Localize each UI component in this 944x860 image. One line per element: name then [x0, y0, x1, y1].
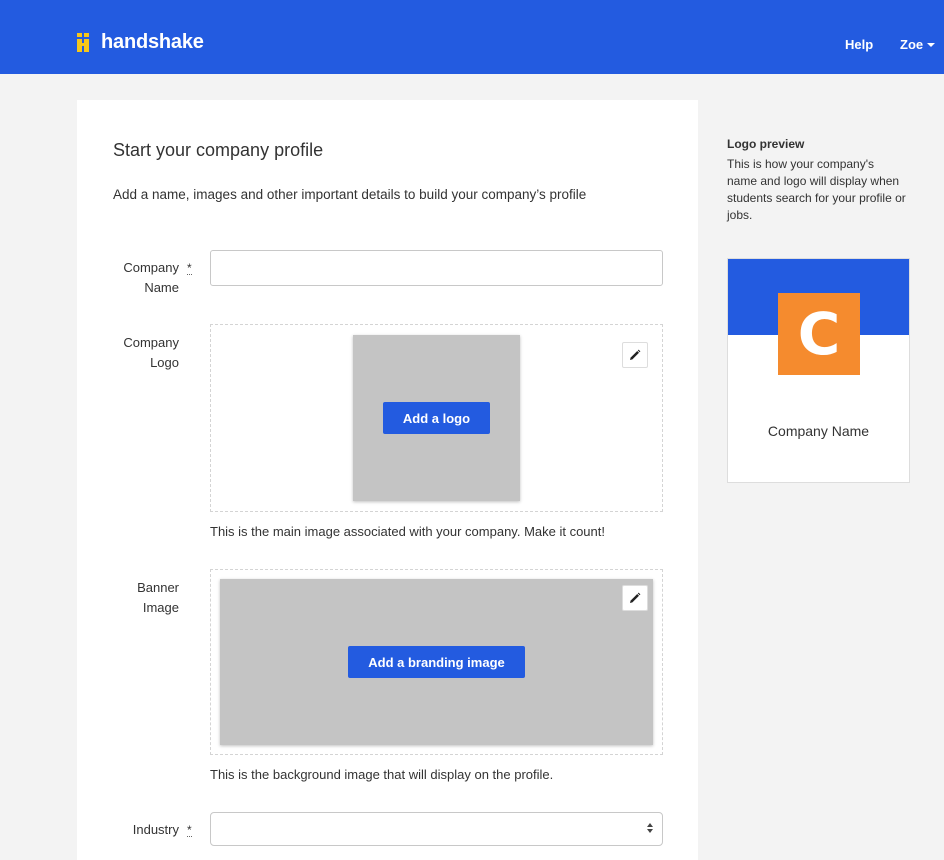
help-link[interactable]: Help — [845, 37, 873, 52]
logo-preview-card: C Company Name — [727, 258, 910, 483]
preview-company-logo: C — [778, 293, 860, 375]
company-logo-label-line2: Logo — [150, 355, 179, 370]
industry-label: Industry — [132, 822, 179, 837]
logo-preview-description: This is how your company's name and logo… — [727, 157, 906, 222]
user-menu[interactable]: Zoe — [900, 37, 936, 52]
banner-helper-text: This is the background image that will d… — [210, 767, 554, 782]
pencil-icon — [630, 592, 641, 603]
required-marker: * — [187, 261, 192, 275]
banner-image-label-line2: Image — [142, 600, 179, 615]
required-marker: * — [187, 823, 192, 837]
logo-helper-text: This is the main image associated with y… — [210, 524, 605, 539]
industry-select[interactable] — [210, 812, 663, 846]
pencil-icon — [630, 349, 641, 360]
logo-preview-title: Logo preview — [727, 137, 805, 151]
select-arrows-icon — [647, 823, 653, 833]
add-branding-image-button[interactable]: Add a branding image — [348, 646, 525, 678]
company-name-label-line2: Name — [144, 280, 179, 295]
edit-banner-button[interactable] — [622, 585, 648, 611]
handshake-mark-icon — [77, 32, 89, 52]
edit-logo-button[interactable] — [622, 342, 648, 368]
company-logo-label: Company Logo — [113, 333, 179, 373]
top-navigation-bar: handshake Help Zoe — [0, 0, 944, 74]
brand-name: handshake — [101, 31, 204, 53]
banner-placeholder[interactable]: Add a branding image — [220, 579, 653, 745]
logo-placeholder[interactable]: Add a logo — [353, 335, 520, 501]
banner-image-label-line1: Banner — [137, 580, 179, 595]
user-name: Zoe — [900, 37, 924, 52]
company-name-input[interactable] — [210, 250, 663, 286]
handshake-logo[interactable]: handshake — [76, 31, 204, 54]
chevron-down-icon — [927, 42, 936, 47]
page-subtitle: Add a name, images and other important d… — [113, 187, 587, 202]
company-name-label: Company Name — [113, 258, 179, 298]
preview-company-name: Company Name — [767, 423, 870, 439]
company-name-label-line1: Company — [123, 260, 179, 275]
page-title: Start your company profile — [113, 140, 324, 160]
company-logo-label-line1: Company — [123, 335, 179, 350]
banner-image-label: Banner Image — [113, 578, 179, 618]
add-logo-button[interactable]: Add a logo — [382, 402, 491, 434]
